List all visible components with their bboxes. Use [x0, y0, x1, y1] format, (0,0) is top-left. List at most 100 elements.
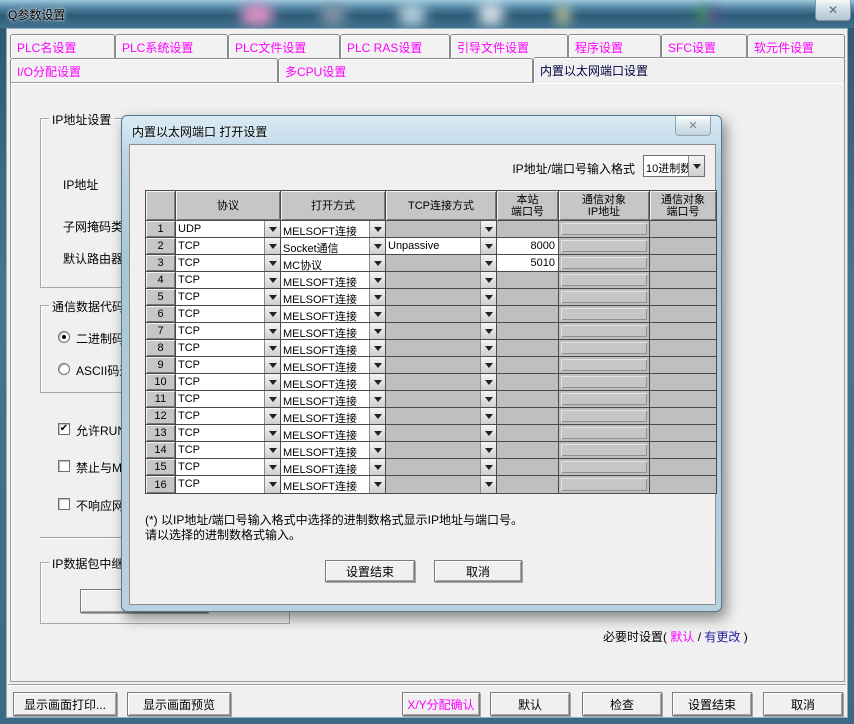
protocol-dropdown[interactable]: TCP	[176, 459, 280, 475]
open-method-dropdown[interactable]: MELSOFT连接	[281, 289, 385, 305]
cancel-button[interactable]: 取消	[763, 692, 843, 716]
chevron-down-icon[interactable]	[369, 374, 385, 390]
local-port-cell[interactable]	[497, 459, 559, 476]
hint-default-link[interactable]: 默认	[670, 630, 694, 644]
target-port-cell[interactable]	[650, 255, 716, 272]
chevron-down-icon[interactable]	[369, 425, 385, 441]
chevron-down-icon[interactable]	[480, 306, 496, 322]
open-method-dropdown[interactable]: MELSOFT连接	[281, 340, 385, 356]
protocol-dropdown[interactable]: TCP	[176, 238, 280, 254]
chevron-down-icon[interactable]	[264, 374, 280, 390]
target-ip-cell[interactable]	[559, 374, 650, 391]
protocol-dropdown[interactable]: TCP	[176, 476, 280, 493]
tcp-mode-dropdown[interactable]	[386, 340, 496, 356]
local-port-cell[interactable]	[497, 306, 559, 323]
local-port-cell[interactable]	[497, 425, 559, 442]
tab-program[interactable]: 程序设置	[568, 34, 661, 58]
tcp-mode-dropdown[interactable]	[386, 272, 496, 288]
chevron-down-icon[interactable]	[264, 238, 280, 254]
chevron-down-icon[interactable]	[264, 306, 280, 322]
chevron-down-icon[interactable]	[369, 255, 385, 271]
local-port-cell[interactable]	[497, 272, 559, 289]
chevron-down-icon[interactable]	[369, 306, 385, 322]
target-port-cell[interactable]	[650, 289, 716, 306]
open-method-dropdown[interactable]: MC协议	[281, 255, 385, 271]
target-ip-cell[interactable]	[559, 306, 650, 323]
tcp-mode-dropdown[interactable]	[386, 425, 496, 441]
chevron-down-icon[interactable]	[480, 357, 496, 373]
open-method-dropdown[interactable]: MELSOFT连接	[281, 221, 385, 237]
chevron-down-icon[interactable]	[480, 459, 496, 475]
protocol-dropdown[interactable]: TCP	[176, 340, 280, 356]
tab-plc-system[interactable]: PLC系统设置	[115, 34, 228, 58]
chevron-down-icon[interactable]	[480, 340, 496, 356]
target-ip-cell[interactable]	[559, 289, 650, 306]
target-port-cell[interactable]	[650, 459, 716, 476]
target-port-cell[interactable]	[650, 272, 716, 289]
chevron-down-icon[interactable]	[264, 391, 280, 407]
setting-end-button[interactable]: 设置结束	[672, 692, 752, 716]
protocol-dropdown[interactable]: TCP	[176, 306, 280, 322]
chevron-down-icon[interactable]	[480, 272, 496, 288]
local-port-cell[interactable]	[497, 357, 559, 374]
chevron-down-icon[interactable]	[369, 323, 385, 339]
target-ip-cell[interactable]	[559, 459, 650, 476]
chevron-down-icon[interactable]	[264, 357, 280, 373]
target-port-cell[interactable]	[650, 238, 716, 255]
tab-multi-cpu[interactable]: 多CPU设置	[278, 58, 533, 82]
target-ip-cell[interactable]	[559, 221, 650, 238]
tab-builtin-ethernet-port[interactable]: 内置以太网端口设置	[533, 57, 845, 83]
ascii-code-radio[interactable]	[58, 363, 70, 375]
protocol-dropdown[interactable]: TCP	[176, 408, 280, 424]
open-method-dropdown[interactable]: MELSOFT连接	[281, 374, 385, 390]
tcp-mode-dropdown[interactable]	[386, 323, 496, 339]
chevron-down-icon[interactable]	[480, 238, 496, 254]
binary-code-radio[interactable]	[58, 331, 70, 343]
local-port-cell[interactable]	[497, 476, 559, 493]
protocol-dropdown[interactable]: TCP	[176, 255, 280, 271]
target-port-cell[interactable]	[650, 221, 716, 238]
protocol-dropdown[interactable]: TCP	[176, 442, 280, 458]
chevron-down-icon[interactable]	[264, 425, 280, 441]
default-button[interactable]: 默认	[490, 692, 570, 716]
chevron-down-icon[interactable]	[369, 289, 385, 305]
open-method-dropdown[interactable]: MELSOFT连接	[281, 306, 385, 322]
check-button[interactable]: 检查	[582, 692, 662, 716]
target-port-cell[interactable]	[650, 306, 716, 323]
local-port-cell[interactable]	[497, 442, 559, 459]
open-method-dropdown[interactable]: MELSOFT连接	[281, 357, 385, 373]
local-port-cell[interactable]	[497, 408, 559, 425]
chevron-down-icon[interactable]	[369, 238, 385, 254]
open-method-dropdown[interactable]: MELSOFT连接	[281, 408, 385, 424]
no-network-response-checkbox[interactable]	[58, 498, 70, 510]
target-port-cell[interactable]	[650, 374, 716, 391]
open-method-dropdown[interactable]: MELSOFT连接	[281, 459, 385, 475]
open-method-dropdown[interactable]: MELSOFT连接	[281, 272, 385, 288]
chevron-down-icon[interactable]	[369, 476, 385, 493]
chevron-down-icon[interactable]	[264, 289, 280, 305]
chevron-down-icon[interactable]	[264, 442, 280, 458]
open-method-dropdown[interactable]: MELSOFT连接	[281, 323, 385, 339]
chevron-down-icon[interactable]	[264, 459, 280, 475]
local-port-cell[interactable]	[497, 340, 559, 357]
local-port-cell[interactable]	[497, 221, 559, 238]
chevron-down-icon[interactable]	[369, 221, 385, 237]
tcp-mode-dropdown[interactable]	[386, 442, 496, 458]
protocol-dropdown[interactable]: TCP	[176, 323, 280, 339]
tab-sfc[interactable]: SFC设置	[661, 34, 747, 58]
target-port-cell[interactable]	[650, 476, 716, 493]
chevron-down-icon[interactable]	[369, 391, 385, 407]
dialog-close-button[interactable]: ✕	[675, 116, 711, 136]
chevron-down-icon[interactable]	[480, 391, 496, 407]
open-method-dropdown[interactable]: Socket通信	[281, 238, 385, 254]
target-ip-cell[interactable]	[559, 408, 650, 425]
window-close-button[interactable]: ✕	[815, 0, 851, 21]
tcp-mode-dropdown[interactable]	[386, 459, 496, 475]
target-ip-cell[interactable]	[559, 357, 650, 374]
target-ip-cell[interactable]	[559, 272, 650, 289]
protocol-dropdown[interactable]: UDP	[176, 221, 280, 237]
chevron-down-icon[interactable]	[480, 289, 496, 305]
tab-device[interactable]: 软元件设置	[747, 34, 845, 58]
chevron-down-icon[interactable]	[480, 442, 496, 458]
target-ip-cell[interactable]	[559, 476, 650, 493]
